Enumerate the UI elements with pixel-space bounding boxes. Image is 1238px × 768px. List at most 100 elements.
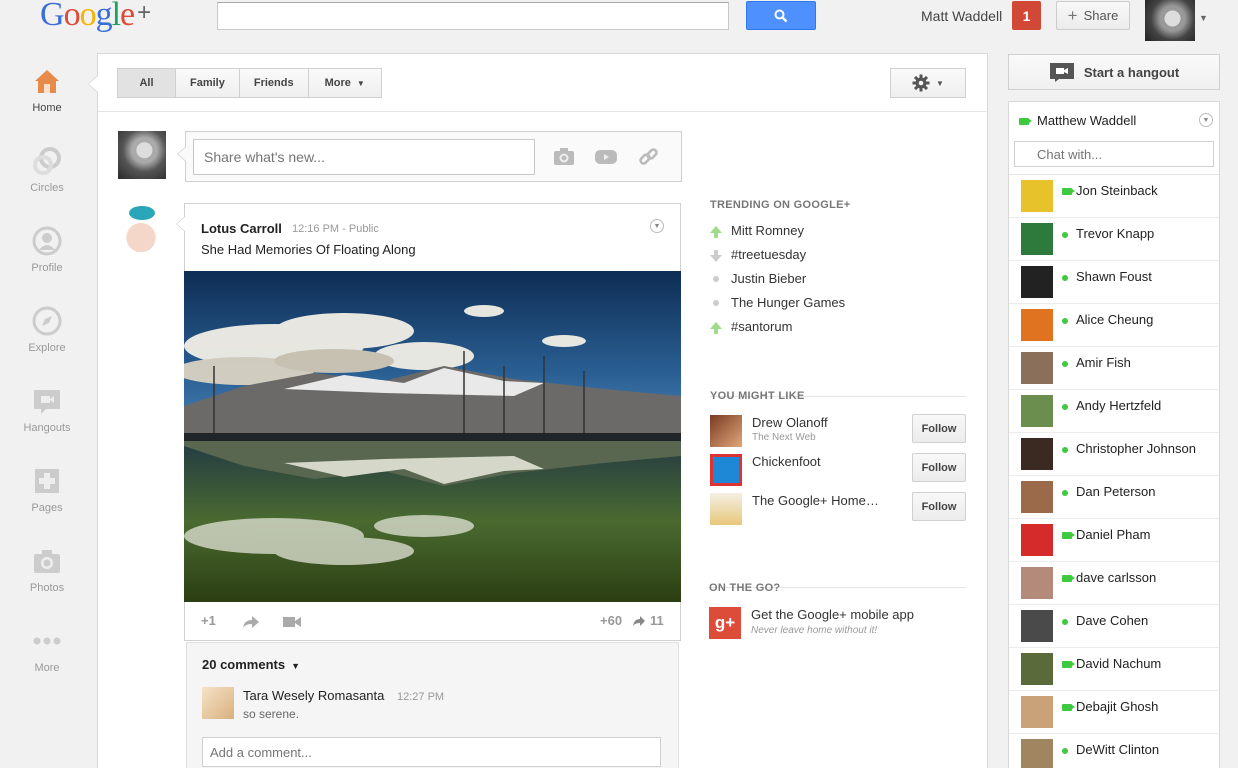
- post-menu-button[interactable]: ▼: [650, 219, 664, 233]
- chat-search-input[interactable]: [1014, 141, 1214, 167]
- online-status-icon: [1062, 361, 1068, 367]
- trending-label: #treetuesday: [731, 247, 807, 262]
- contact-row[interactable]: dave carlsson: [1009, 562, 1219, 605]
- nav-item-circles[interactable]: Circles: [0, 134, 94, 214]
- tab-all[interactable]: All: [117, 68, 176, 98]
- contact-status: [1062, 402, 1068, 410]
- nav-item-profile[interactable]: Profile: [0, 214, 94, 294]
- link-icon[interactable]: [637, 146, 661, 168]
- nav-label-profile: Profile: [31, 262, 63, 274]
- nav-item-more[interactable]: More: [0, 614, 94, 694]
- suggestion-avatar[interactable]: [710, 415, 742, 447]
- profile-icon: [32, 226, 62, 256]
- nav-pointer-inner: [89, 76, 98, 92]
- contact-avatar: [1021, 739, 1053, 768]
- more-icon: [33, 637, 61, 645]
- comment-author-avatar[interactable]: [202, 687, 234, 719]
- share-input[interactable]: [193, 139, 535, 175]
- contact-row[interactable]: Trevor Knapp: [1009, 218, 1219, 261]
- contact-status: [1062, 660, 1075, 668]
- contact-row[interactable]: Dave Cohen: [1009, 605, 1219, 648]
- post-author-name[interactable]: Lotus Carroll: [201, 221, 282, 236]
- suggestion-avatar[interactable]: [710, 454, 742, 486]
- video-status-icon: [1062, 575, 1075, 582]
- video-status-icon: [1062, 661, 1075, 668]
- contact-row[interactable]: Christopher Johnson: [1009, 433, 1219, 476]
- trending-item[interactable]: #santorum: [710, 319, 950, 339]
- contact-name: Alice Cheung: [1076, 312, 1154, 327]
- user-name-link[interactable]: Matt Waddell: [921, 8, 1002, 24]
- trending-item[interactable]: Mitt Romney: [710, 223, 950, 243]
- trending-item[interactable]: #treetuesday: [710, 247, 950, 267]
- suggestion-avatar[interactable]: [710, 493, 742, 525]
- mobile-app-promo: g+ Get the Google+ mobile app Never leav…: [709, 607, 965, 641]
- trending-item[interactable]: Justin Bieber: [710, 271, 950, 291]
- online-status-icon: [1062, 318, 1068, 324]
- notification-count-badge[interactable]: 1: [1012, 1, 1041, 30]
- follow-button[interactable]: Follow: [912, 453, 966, 482]
- comments-toggle[interactable]: 20 comments ▼: [202, 657, 300, 672]
- my-avatar[interactable]: [118, 131, 166, 179]
- nav-item-pages[interactable]: Pages: [0, 454, 94, 534]
- tab-friends[interactable]: Friends: [239, 68, 309, 98]
- contact-row[interactable]: Amir Fish: [1009, 347, 1219, 390]
- nav-item-home[interactable]: Home: [0, 54, 94, 134]
- start-hangout-button[interactable]: Start a hangout: [1008, 54, 1220, 90]
- contact-row[interactable]: Jon Steinback: [1009, 175, 1219, 218]
- plus-count[interactable]: +60: [600, 613, 622, 628]
- account-avatar[interactable]: [1145, 0, 1195, 41]
- contact-row[interactable]: Alice Cheung: [1009, 304, 1219, 347]
- post-visibility[interactable]: Public: [349, 223, 379, 235]
- search-button[interactable]: [746, 1, 816, 30]
- online-status-icon: [1062, 490, 1068, 496]
- contact-status: [1062, 617, 1068, 625]
- mobile-app-link[interactable]: Get the Google+ mobile app: [751, 607, 914, 622]
- contact-row[interactable]: Andy Hertzfeld: [1009, 390, 1219, 433]
- post-time[interactable]: 12:16 PM: [292, 223, 339, 235]
- follow-button[interactable]: Follow: [912, 492, 966, 521]
- contact-row[interactable]: Shawn Foust: [1009, 261, 1219, 304]
- nav-label-photos: Photos: [29, 582, 65, 594]
- plus-one-button[interactable]: +1: [201, 613, 216, 628]
- camera-icon[interactable]: [552, 146, 576, 168]
- top-bar: Google + Matt Waddell 1 + Share ▼: [0, 0, 1238, 44]
- share-arrow-icon[interactable]: [242, 615, 260, 629]
- tab-more[interactable]: More ▼: [308, 68, 382, 98]
- follow-button[interactable]: Follow: [912, 414, 966, 443]
- gear-icon: [912, 74, 930, 92]
- post-photo[interactable]: [184, 271, 681, 602]
- chat-self[interactable]: Matthew Waddell: [1019, 113, 1136, 128]
- stream-settings-button[interactable]: ▼: [890, 68, 966, 98]
- contact-name: DeWitt Clinton: [1076, 742, 1160, 757]
- contact-row[interactable]: Debajit Ghosh: [1009, 691, 1219, 734]
- google-plus-logo[interactable]: Google +: [40, 0, 151, 34]
- nav-item-explore[interactable]: Explore: [0, 294, 94, 374]
- post-author-avatar[interactable]: [117, 204, 165, 252]
- contact-row[interactable]: Daniel Pham: [1009, 519, 1219, 562]
- contact-row[interactable]: David Nachum: [1009, 648, 1219, 691]
- tab-more-label: More: [324, 77, 351, 89]
- contact-name: Amir Fish: [1076, 355, 1131, 370]
- hangout-video-icon[interactable]: [283, 616, 301, 628]
- share-count[interactable]: 11: [650, 613, 664, 628]
- chat-status-menu[interactable]: ▼: [1199, 113, 1213, 127]
- photos-icon: [34, 550, 60, 573]
- nav-item-photos[interactable]: Photos: [0, 534, 94, 614]
- comment-author[interactable]: Tara Wesely Romasanta: [243, 688, 384, 703]
- share-button[interactable]: + Share: [1056, 1, 1130, 30]
- add-comment-input[interactable]: [202, 737, 661, 767]
- contact-row[interactable]: DeWitt Clinton: [1009, 734, 1219, 768]
- contact-row[interactable]: Dan Peterson: [1009, 476, 1219, 519]
- chevron-down-icon[interactable]: ▼: [1199, 13, 1208, 23]
- google-plus-app-icon[interactable]: g+: [709, 607, 741, 639]
- suggestion-name[interactable]: Chickenfoot: [752, 454, 821, 469]
- trending-label: #santorum: [731, 319, 793, 334]
- tab-family[interactable]: Family: [176, 68, 240, 98]
- search-input[interactable]: [217, 2, 729, 30]
- trending-item[interactable]: The Hunger Games: [710, 295, 950, 315]
- video-icon[interactable]: [594, 146, 618, 168]
- nav-item-hangouts[interactable]: Hangouts: [0, 374, 94, 454]
- chevron-down-icon: ▼: [1202, 116, 1210, 124]
- suggestion-name[interactable]: Drew Olanoff: [752, 415, 828, 430]
- suggestion-name[interactable]: The Google+ Home…: [752, 493, 879, 508]
